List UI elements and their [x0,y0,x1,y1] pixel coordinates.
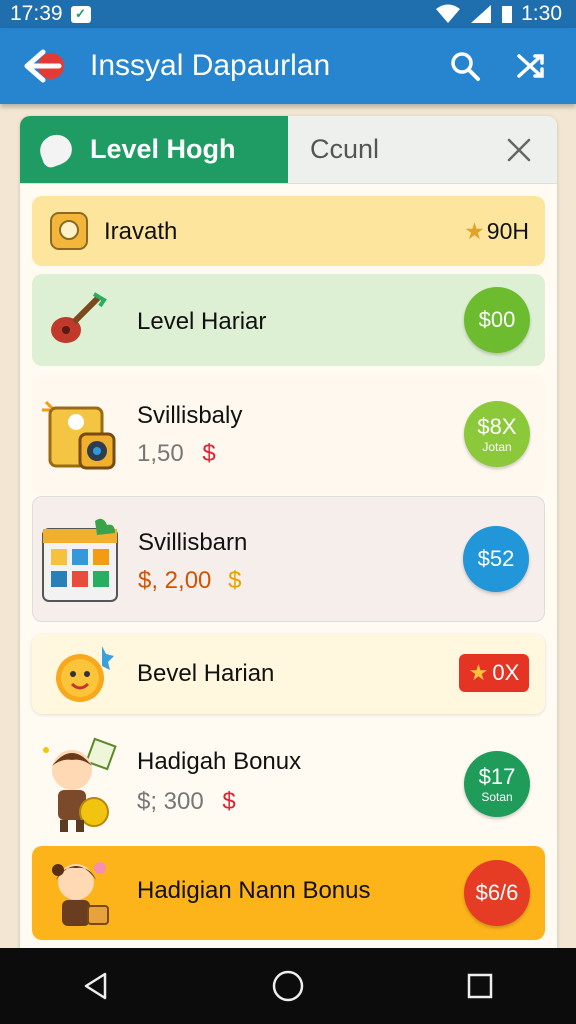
close-icon[interactable] [503,134,535,166]
nav-home-icon [272,970,304,1002]
speaker-box-icon [36,390,122,476]
item-title: Hadigian Nann Bonus [137,877,371,904]
nav-recents-button[interactable] [450,956,510,1016]
item-amount: $; 300 [137,788,204,815]
girl-character-icon [44,852,124,936]
item-title: Svillisbarn [138,529,248,556]
content-panel: Level Hogh Ccunl Iravath ★ 90H Level Hari… [20,116,557,956]
item-currency: $ [202,440,216,467]
leaf-icon [35,129,77,170]
list-item[interactable]: Svillisbaly 1,50 $ $8X Jotan [32,374,545,494]
status-time: 17:39 [10,2,63,25]
status-bar: 17:39 ✓ 1:30 [0,0,576,28]
item-amount: 1,50 [137,440,184,467]
tab-bar: Level Hogh Ccunl [20,116,557,184]
tab-level[interactable]: Level Hogh [20,116,288,183]
price-badge[interactable]: $52 [463,526,529,592]
price-badge[interactable]: $17 Sotan [464,751,530,817]
item-currency: $ [222,788,236,815]
wifi-icon [436,4,461,23]
star-icon: ★ [468,660,489,685]
item-value: ★ 90H [464,218,529,245]
shuffle-button[interactable] [508,43,554,89]
app-bar: Inssyal Dapaurlan [0,28,576,104]
badge-label: Sotan [481,789,513,804]
back-arrow-icon [24,49,64,83]
badge-value: $00 [478,307,516,332]
list-item[interactable]: Hadigian Nann Bonus $6/6 [32,846,545,940]
item-subtitle: $; 300 $ [137,788,236,816]
tab-count-label: Ccunl [310,134,380,164]
character-icon [38,736,124,836]
badge-value: $8X [477,413,517,439]
item-subtitle: $, 2,00 $ [138,567,241,595]
notification-icon: ✓ [70,5,91,23]
item-value-text: 90H [486,218,529,244]
system-nav-bar [0,948,576,1024]
badge-label: Jotan [482,439,512,454]
item-title: Hadigah Bonux [137,748,302,775]
badge-value: $6/6 [475,880,519,905]
list-item[interactable]: Iravath ★ 90H [32,196,545,266]
price-badge[interactable]: $00 [464,287,530,353]
item-title: Svillisbaly [137,402,243,429]
list-item[interactable]: Level Hariar $00 [32,274,545,366]
item-amount: $, 2,00 [138,567,212,594]
tab-level-label: Level Hogh [90,134,236,164]
nav-back-icon [84,972,107,1000]
list-item[interactable]: Bevel Harian ★ 0X [32,634,545,714]
status-clock: 1:30 [521,2,562,25]
back-button[interactable] [22,46,68,86]
item-currency: $ [228,567,242,594]
price-badge[interactable]: $8X Jotan [464,401,530,467]
item-title: Level Hariar [137,308,267,335]
search-button[interactable] [442,43,488,89]
signal-icon [471,5,492,23]
item-title: Iravath [104,218,178,245]
nav-home-button[interactable] [258,956,318,1016]
star-icon: ★ [464,218,485,244]
calendar-grid-icon [39,515,123,605]
item-title: Bevel Harian [137,660,275,687]
nav-recents-icon [467,973,493,999]
list-item[interactable]: Hadigah Bonux $; 300 $ $17 Sotan [32,726,545,844]
price-badge[interactable]: $6/6 [464,860,530,926]
badge-value: $17 [478,763,516,789]
nav-back-button[interactable] [66,956,126,1016]
item-subtitle: 1,50 $ [137,440,216,468]
badge-value: $52 [477,546,515,571]
score-badge[interactable]: ★ 0X [459,654,529,692]
search-icon [451,52,480,81]
shuffle-icon [517,54,544,78]
battery-icon [502,6,513,23]
tab-count[interactable]: Ccunl [288,116,557,183]
page-title: Inssyal Dapaurlan [90,49,331,82]
list-item[interactable]: Svillisbarn $, 2,00 $ $52 [32,496,545,622]
trophy-icon [48,210,90,252]
badge-value: 0X [492,660,520,685]
guitar-icon [46,288,108,350]
sun-face-icon [50,642,116,706]
